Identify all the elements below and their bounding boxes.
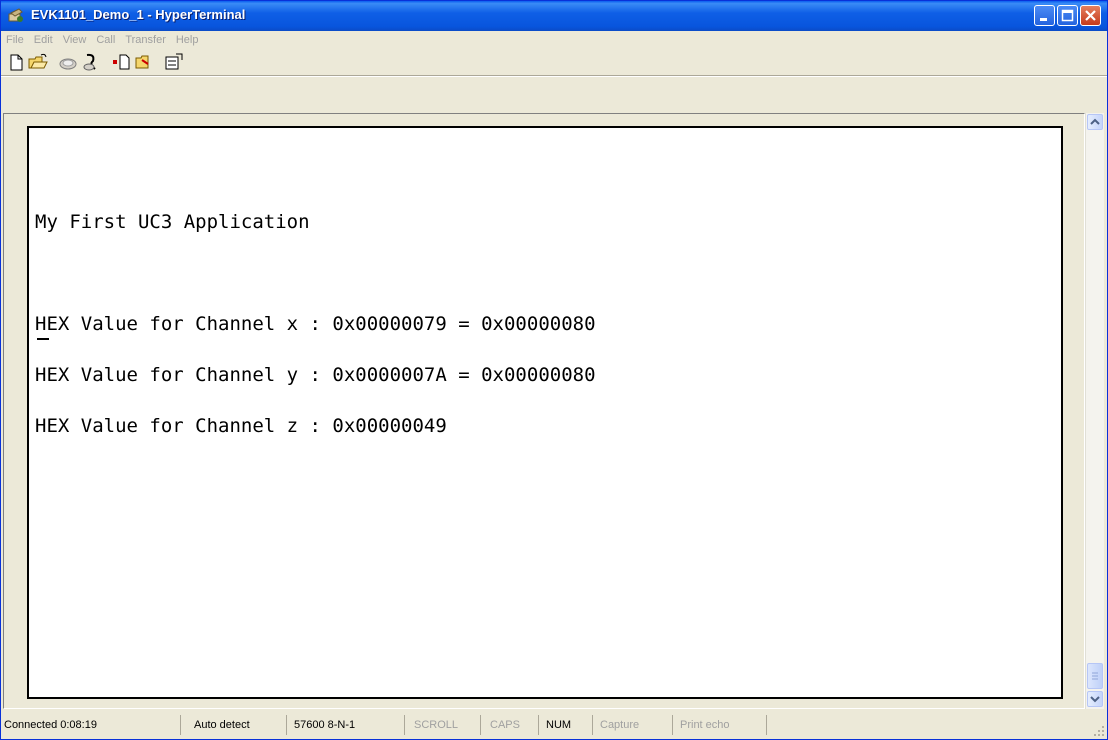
close-button[interactable] [1080, 5, 1101, 26]
menu-edit[interactable]: Edit [29, 31, 58, 47]
status-scroll: SCROLL [411, 715, 481, 735]
call-icon[interactable] [57, 52, 79, 72]
chevron-down-icon [1090, 696, 1100, 703]
scroll-down-button[interactable] [1087, 691, 1103, 707]
maximize-button[interactable] [1057, 5, 1078, 26]
scroll-up-button[interactable] [1087, 114, 1103, 130]
terminal-line: My First UC3 Application [35, 211, 310, 233]
status-bar: Connected 0:08:19 Auto detect 57600 8-N-… [1, 711, 1107, 739]
close-icon [1085, 10, 1096, 21]
status-num: NUM [543, 715, 593, 735]
receive-icon[interactable] [133, 52, 155, 72]
menu-call[interactable]: Call [91, 31, 120, 47]
minimize-icon [1040, 18, 1047, 21]
menu-help[interactable]: Help [171, 31, 204, 47]
hyperterminal-icon [8, 8, 23, 22]
status-settings: 57600 8-N-1 [291, 715, 405, 735]
terminal-output: My First UC3 Application HEX Value for C… [35, 180, 596, 469]
properties-icon[interactable] [163, 52, 185, 72]
menu-file[interactable]: File [1, 31, 29, 47]
menu-view[interactable]: View [58, 31, 92, 47]
scroll-thumb[interactable] [1087, 663, 1103, 689]
terminal-line: HEX Value for Channel z : 0x00000049 [35, 415, 447, 437]
resize-grip-icon[interactable] [1093, 725, 1105, 737]
menu-bar: File Edit View Call Transfer Help [1, 31, 1107, 49]
terminal-line: HEX Value for Channel x : 0x00000079 = 0… [35, 313, 596, 335]
status-caps: CAPS [487, 715, 539, 735]
menu-transfer[interactable]: Transfer [120, 31, 171, 47]
status-detect: Auto detect [191, 715, 287, 735]
minimize-button[interactable] [1034, 5, 1055, 26]
maximize-icon [1061, 9, 1074, 22]
window-title: EVK1101_Demo_1 - HyperTerminal [31, 7, 246, 22]
toolbar-divider [1, 75, 1107, 77]
status-capture: Capture [597, 715, 673, 735]
open-icon[interactable] [27, 52, 49, 72]
disconnect-icon[interactable] [81, 52, 103, 72]
new-icon[interactable] [5, 52, 27, 72]
status-print-echo: Print echo [677, 715, 767, 735]
toolbar [1, 49, 1107, 75]
terminal-screen[interactable]: My First UC3 Application HEX Value for C… [27, 126, 1063, 699]
hyperterminal-window: EVK1101_Demo_1 - HyperTerminal File Edit V… [0, 0, 1108, 740]
vertical-scrollbar[interactable] [1085, 113, 1104, 709]
grip-icon [1092, 672, 1098, 680]
send-icon[interactable] [111, 52, 133, 72]
title-bar[interactable]: EVK1101_Demo_1 - HyperTerminal [1, 1, 1107, 31]
status-connected: Connected 0:08:19 [1, 715, 181, 735]
terminal-cursor [37, 338, 49, 340]
chevron-up-icon [1090, 118, 1100, 125]
terminal-line: HEX Value for Channel y : 0x0000007A = 0… [35, 364, 596, 386]
